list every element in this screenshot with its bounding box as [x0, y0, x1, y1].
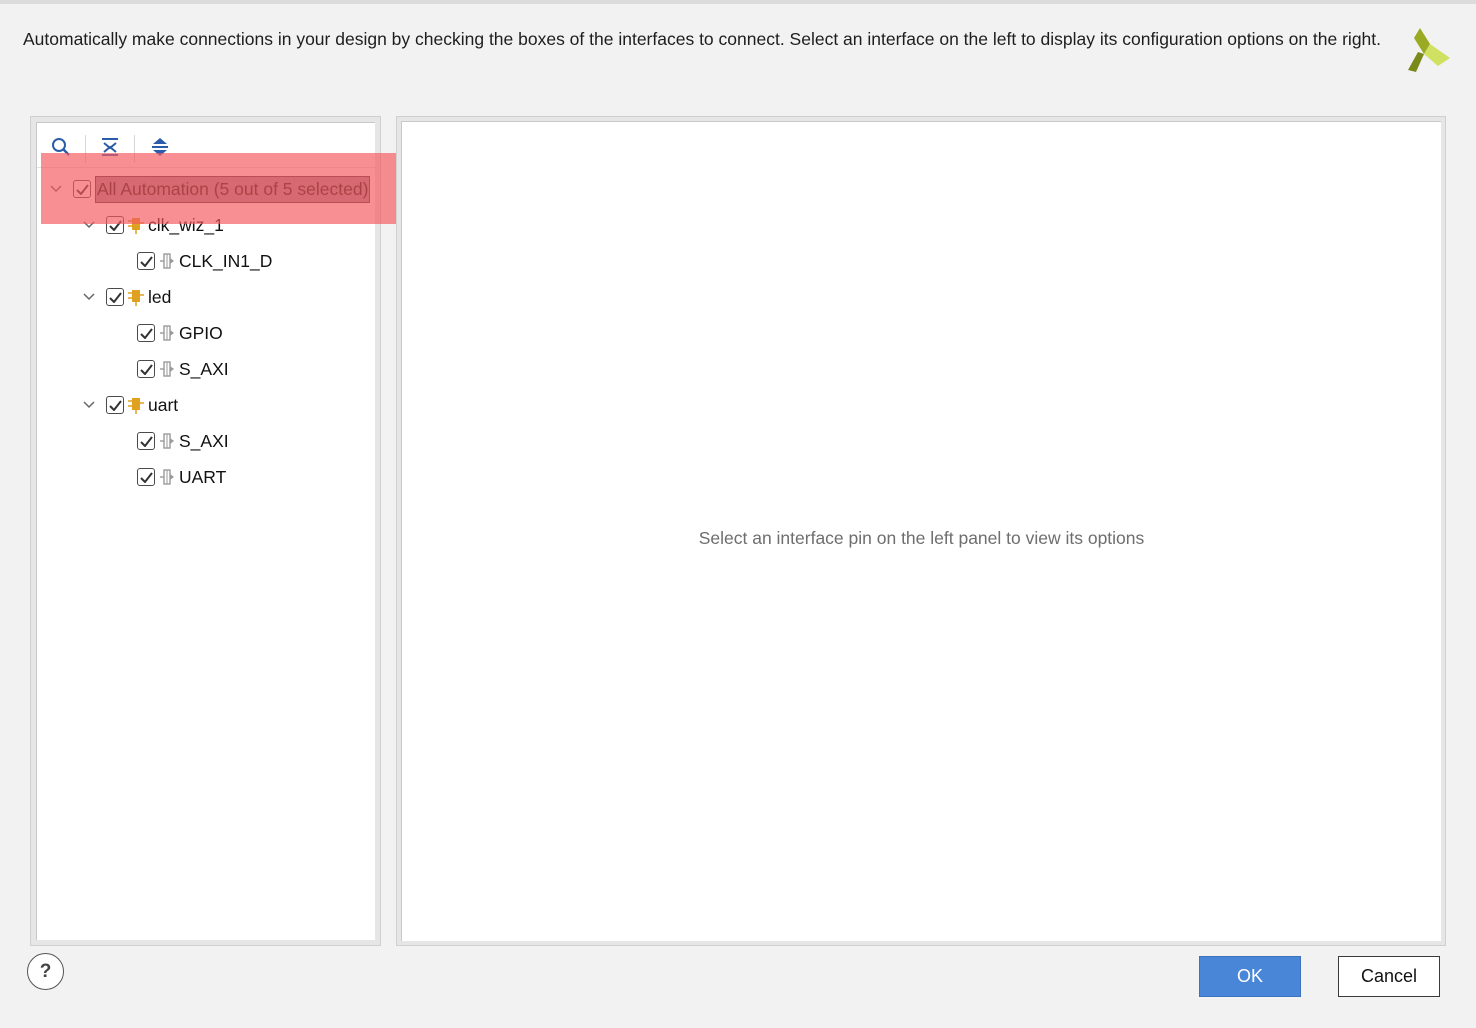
- cancel-button[interactable]: Cancel: [1338, 956, 1440, 997]
- options-hint-text: Select an interface pin on the left pane…: [698, 528, 1145, 548]
- options-panel-content: Select an interface pin on the left pane…: [401, 121, 1441, 941]
- checkbox-uart-s-axi[interactable]: [137, 432, 155, 450]
- toolbar-separator: [85, 135, 86, 163]
- chevron-down-icon[interactable]: [80, 216, 98, 234]
- ip-block-icon: [128, 288, 144, 306]
- interface-pin-icon: [159, 360, 175, 378]
- interface-tree-container: All Automation (5 out of 5 selected) clk…: [36, 122, 377, 940]
- collapse-all-icon[interactable]: [98, 135, 122, 159]
- tree-row-uart-s-axi[interactable]: S_AXI: [137, 425, 229, 457]
- tree-label-led-s-axi[interactable]: S_AXI: [179, 359, 229, 380]
- tree-row-led-s-axi[interactable]: S_AXI: [137, 353, 229, 385]
- checkbox-uart-uart[interactable]: [137, 468, 155, 486]
- tree-label-uart-s-axi[interactable]: S_AXI: [179, 431, 229, 452]
- tree-row-clk-wiz-1[interactable]: clk_wiz_1: [80, 209, 224, 241]
- checkbox-led[interactable]: [106, 288, 124, 306]
- description-text: Automatically make connections in your d…: [23, 29, 1382, 49]
- checkbox-clk-in1-d[interactable]: [137, 252, 155, 270]
- toolbar-separator: [134, 135, 135, 163]
- tree-label-clk-wiz-1[interactable]: clk_wiz_1: [148, 215, 224, 236]
- tree-row-uart-uart[interactable]: UART: [137, 461, 226, 493]
- tree-row-all-automation[interactable]: All Automation (5 out of 5 selected): [47, 173, 371, 205]
- tree-row-uart[interactable]: uart: [80, 389, 178, 421]
- tree-toolbar: [37, 123, 377, 168]
- tree-label-all-automation[interactable]: All Automation (5 out of 5 selected): [95, 175, 371, 203]
- interface-tree-panel: All Automation (5 out of 5 selected) clk…: [30, 116, 381, 946]
- tree-label-led-gpio[interactable]: GPIO: [179, 323, 223, 344]
- interface-pin-icon: [159, 468, 175, 486]
- interface-pin-icon: [159, 324, 175, 342]
- tree-row-clk-in1-d[interactable]: CLK_IN1_D: [137, 245, 272, 277]
- ip-block-icon: [128, 396, 144, 414]
- checkbox-led-s-axi[interactable]: [137, 360, 155, 378]
- help-button[interactable]: ?: [27, 953, 64, 990]
- interface-pin-icon: [159, 252, 175, 270]
- chevron-down-icon[interactable]: [80, 396, 98, 414]
- checkbox-uart[interactable]: [106, 396, 124, 414]
- options-panel: Select an interface pin on the left pane…: [396, 116, 1446, 946]
- tree-row-led-gpio[interactable]: GPIO: [137, 317, 223, 349]
- interface-pin-icon: [159, 432, 175, 450]
- checkbox-led-gpio[interactable]: [137, 324, 155, 342]
- toolbar-divider: [37, 167, 377, 168]
- tree-label-uart-uart[interactable]: UART: [179, 467, 226, 488]
- search-icon[interactable]: [49, 135, 73, 159]
- tree-label-led[interactable]: led: [148, 287, 171, 308]
- dialog-top-border: [0, 0, 1476, 4]
- tree-row-led[interactable]: led: [80, 281, 171, 313]
- tree-label-clk-in1-d[interactable]: CLK_IN1_D: [179, 251, 272, 272]
- ip-block-icon: [128, 216, 144, 234]
- chevron-down-icon[interactable]: [80, 288, 98, 306]
- chevron-down-icon[interactable]: [47, 180, 65, 198]
- tree-label-uart[interactable]: uart: [148, 395, 178, 416]
- xilinx-logo-icon: [1408, 28, 1450, 72]
- checkbox-clk-wiz-1[interactable]: [106, 216, 124, 234]
- checkbox-all-automation[interactable]: [73, 180, 91, 198]
- ok-button[interactable]: OK: [1199, 956, 1301, 997]
- expand-all-icon[interactable]: [148, 135, 172, 159]
